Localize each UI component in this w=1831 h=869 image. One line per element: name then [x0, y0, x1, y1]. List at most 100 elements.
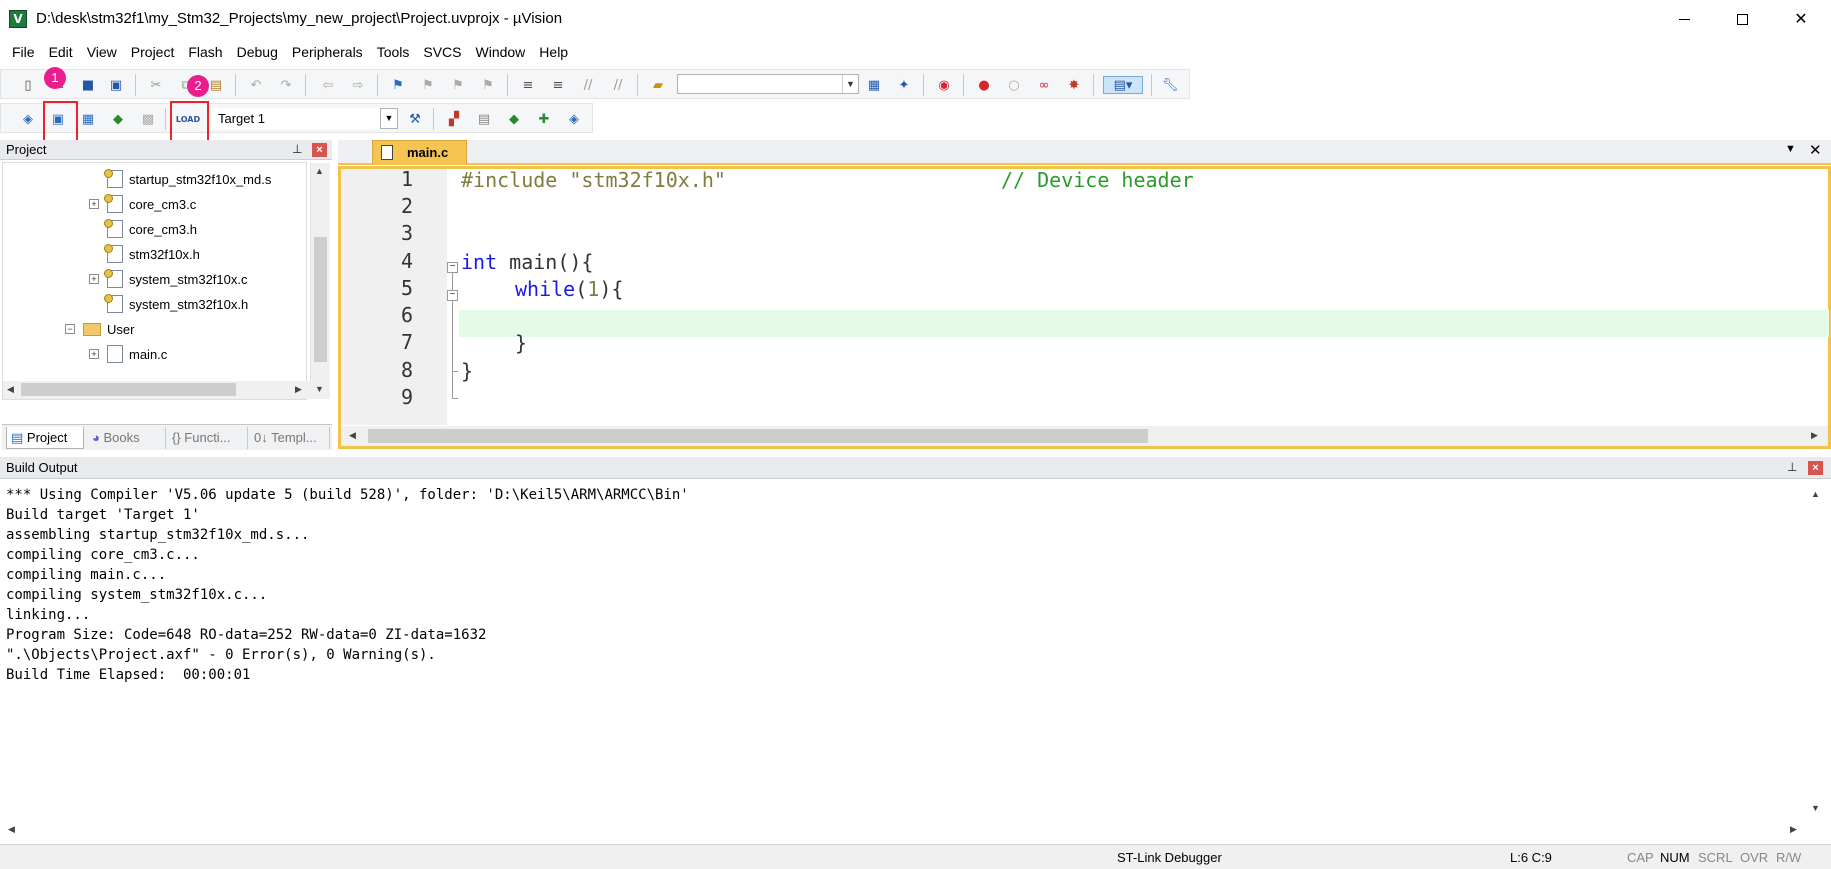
pack-installer-icon[interactable]: ◆	[505, 110, 523, 128]
menu-project[interactable]: Project	[124, 38, 182, 66]
prev-bookmark-icon[interactable]: ⚑	[419, 76, 437, 94]
tree-item-main-c[interactable]: main.c	[107, 343, 167, 365]
paste-icon[interactable]: ▤	[207, 76, 225, 94]
find-combo-arrow-icon[interactable]: ▼	[842, 75, 858, 93]
indent-icon[interactable]: ≡	[519, 76, 537, 94]
stop-build-icon[interactable]: ▩	[139, 110, 157, 128]
uncomment-icon[interactable]: //	[609, 76, 627, 94]
line-number: 5	[400, 276, 413, 300]
close-window-button[interactable]: ✕	[1772, 0, 1830, 38]
menu-view[interactable]: View	[80, 38, 124, 66]
disable-breakpoints-icon[interactable]: ∞	[1035, 76, 1053, 94]
save-all-icon[interactable]: ▣	[107, 76, 125, 94]
save-icon[interactable]: ■	[79, 76, 97, 94]
scroll-left-icon[interactable]: ◀	[8, 824, 15, 835]
scroll-down-icon[interactable]: ▼	[315, 384, 324, 394]
redo-icon[interactable]: ↷	[277, 76, 295, 94]
window-layout-icon[interactable]: ▤▾	[1103, 76, 1143, 94]
close-project-panel-icon[interactable]: ×	[312, 143, 327, 157]
scroll-right-icon[interactable]: ▶	[1790, 824, 1797, 835]
expand-icon[interactable]: +	[89, 199, 99, 209]
scroll-thumb[interactable]	[314, 237, 327, 362]
menu-svcs[interactable]: SVCS	[416, 38, 468, 66]
tab-list-arrow-icon[interactable]: ▼	[1785, 143, 1796, 155]
minimize-button[interactable]	[1655, 0, 1713, 38]
tab-functions[interactable]: {} Functi...	[168, 427, 248, 449]
bookmark-icon[interactable]: ⚑	[389, 76, 407, 94]
start-debug-icon[interactable]: ◉	[935, 76, 953, 94]
maximize-button[interactable]	[1713, 0, 1771, 38]
find-icon[interactable]: ▦	[865, 76, 883, 94]
menu-help[interactable]: Help	[532, 38, 575, 66]
menu-peripherals[interactable]: Peripherals	[285, 38, 370, 66]
incremental-find-icon[interactable]: ✦	[895, 76, 913, 94]
nav-back-icon[interactable]: ⇦	[319, 76, 337, 94]
tree-item-core-cm3-h[interactable]: core_cm3.h	[104, 218, 197, 240]
pin-icon[interactable]: ⊥	[1787, 460, 1797, 474]
tree-item-stm32f10x-h[interactable]: stm32f10x.h	[104, 243, 200, 265]
find-combo[interactable]: ▼	[677, 74, 859, 94]
tab-main-c[interactable]: main.c	[372, 140, 467, 164]
project-tree-vscrollbar[interactable]: ▲	[310, 163, 330, 381]
kill-breakpoints-icon[interactable]: ✸	[1065, 76, 1083, 94]
scroll-thumb[interactable]	[21, 383, 236, 396]
menu-flash[interactable]: Flash	[181, 38, 229, 66]
scroll-left-icon[interactable]: ◀	[7, 384, 14, 395]
menu-file[interactable]: File	[5, 38, 42, 66]
pin-icon[interactable]: ⊥	[292, 142, 302, 156]
manage-multi-project-icon[interactable]: ▤	[475, 110, 493, 128]
tab-templates[interactable]: 0↓ Templ...	[250, 427, 330, 449]
scroll-up-icon[interactable]: ▲	[315, 166, 324, 176]
expand-icon[interactable]: +	[89, 349, 99, 359]
manage-project-items-icon[interactable]: ▞	[445, 110, 463, 128]
manage-rte-icon[interactable]: ◈	[565, 110, 583, 128]
editor-hscrollbar[interactable]: ◀ ▶	[341, 426, 1828, 446]
tab-project[interactable]: ▤ Project	[6, 427, 84, 449]
scroll-left-icon[interactable]: ◀	[349, 430, 356, 441]
scroll-up-icon[interactable]: ▲	[1811, 489, 1820, 499]
scroll-right-icon[interactable]: ▶	[295, 384, 302, 395]
project-tree-hscrollbar[interactable]: ◀ ▶ ▼	[3, 381, 330, 399]
menu-tools[interactable]: Tools	[370, 38, 417, 66]
menu-debug[interactable]: Debug	[230, 38, 285, 66]
header-file-icon	[104, 294, 123, 313]
scroll-down-icon[interactable]: ▼	[1811, 803, 1820, 813]
find-in-files-icon[interactable]: ▰	[649, 76, 667, 94]
menu-edit[interactable]: Edit	[42, 38, 80, 66]
undo-icon[interactable]: ↶	[247, 76, 265, 94]
tree-item-system-c[interactable]: system_stm32f10x.c	[104, 268, 248, 290]
options-for-target-icon[interactable]: ⚒	[406, 110, 424, 128]
menu-window[interactable]: Window	[469, 38, 533, 66]
build-output-console[interactable]: *** Using Compiler 'V5.06 update 5 (buil…	[0, 481, 1831, 839]
code-editor[interactable]: 1 2 3 4 5 6 7 8 9 − − #include "stm32f10…	[338, 166, 1831, 449]
rebuild-icon[interactable]: ▦	[79, 110, 97, 128]
unindent-icon[interactable]: ≡	[549, 76, 567, 94]
tree-item-core-cm3-c[interactable]: core_cm3.c	[104, 193, 196, 215]
translate-icon[interactable]: ◈	[19, 110, 37, 128]
cut-icon[interactable]: ✂	[147, 76, 165, 94]
tree-item-startup[interactable]: startup_stm32f10x_md.s	[104, 168, 271, 190]
nav-forward-icon[interactable]: ⇨	[349, 76, 367, 94]
scroll-thumb[interactable]	[368, 429, 1148, 443]
scroll-right-icon[interactable]: ▶	[1811, 430, 1818, 441]
tree-item-system-h[interactable]: system_stm32f10x.h	[104, 293, 248, 315]
clear-bookmarks-icon[interactable]: ⚑	[479, 76, 497, 94]
configure-icon[interactable]: 🔧︎	[1161, 76, 1179, 94]
fold-toggle-icon[interactable]: −	[447, 290, 458, 301]
close-editor-icon[interactable]: ✕	[1809, 141, 1822, 159]
enable-breakpoint-icon[interactable]: ○	[1005, 76, 1023, 94]
select-packs-icon[interactable]: ✚	[535, 110, 553, 128]
tree-item-user-group[interactable]: User	[83, 318, 134, 340]
target-select[interactable]: Target 1 ▼	[211, 108, 398, 129]
insert-breakpoint-icon[interactable]: ●	[975, 76, 993, 94]
collapse-icon[interactable]: −	[65, 324, 75, 334]
close-build-output-icon[interactable]: ×	[1808, 461, 1823, 475]
new-file-icon[interactable]: ▯	[19, 76, 37, 94]
target-dropdown-arrow-icon[interactable]: ▼	[380, 108, 398, 129]
fold-toggle-icon[interactable]: −	[447, 262, 458, 273]
expand-icon[interactable]: +	[89, 274, 99, 284]
tab-books[interactable]: ◕ Books	[88, 427, 166, 449]
batch-build-icon[interactable]: ◆	[109, 110, 127, 128]
next-bookmark-icon[interactable]: ⚑	[449, 76, 467, 94]
comment-icon[interactable]: //	[579, 76, 597, 94]
